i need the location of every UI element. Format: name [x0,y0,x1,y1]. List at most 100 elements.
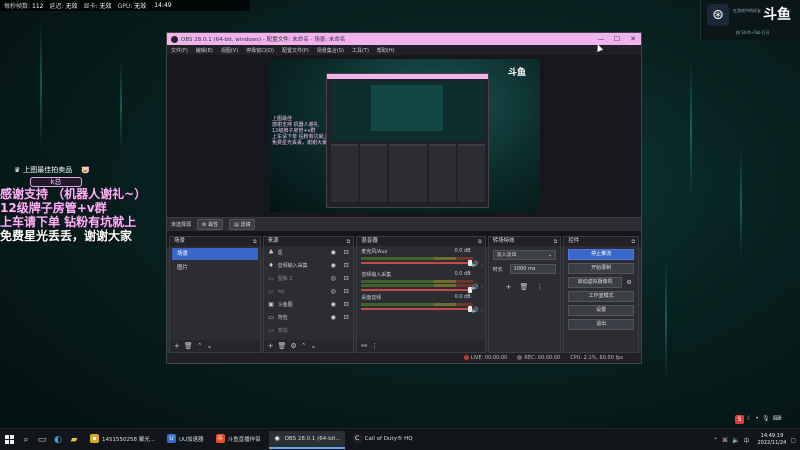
speaker-icon[interactable]: 🔊 [471,284,478,291]
menu-bar: 文件(F) 编辑(E) 视图(V) 停靠窗口(D) 配置文件(P) 场景集合(S… [167,45,641,55]
eye-hidden-icon[interactable]: ◎ [329,288,337,295]
minimize-button[interactable]: — [593,35,609,43]
maximize-button[interactable]: ☐ [609,35,625,43]
menu-edit[interactable]: 编辑(E) [196,47,213,54]
filters-button[interactable]: ▤ 滤镜 [229,219,256,230]
lock-icon[interactable]: ⊡ [342,275,350,282]
studio-mode-button[interactable]: 工作室模式 [568,291,635,302]
gear-icon[interactable]: ⋮ [480,308,485,314]
stop-stream-button[interactable]: 停止推流 [568,249,635,260]
menu-help[interactable]: 帮助(H) [377,47,395,54]
source-item[interactable]: ♣ 星 ◉ ⊡ [264,246,354,259]
menu-file[interactable]: 文件(F) [171,47,188,54]
source-item[interactable]: ▭ 背包 ◉ ⊡ [264,311,354,324]
virtual-camera-button[interactable]: 启动虚拟摄像机 [568,277,623,288]
eye-icon[interactable]: ◉ [329,262,337,269]
taskbar-item-active[interactable]: ◉ OBS 28.0.1 (64-bit... [268,430,345,449]
lock-icon[interactable]: ⊡ [342,288,350,295]
lock-icon[interactable]: ⊡ [342,314,350,321]
ime-icon[interactable]: 中 [743,436,749,445]
gear-icon[interactable]: ⚙ [290,342,296,350]
menu-view[interactable]: 视图(V) [221,47,238,54]
scenes-title: 场景 ⧉ [170,237,260,246]
exit-button[interactable]: 退出 [568,319,635,330]
float-icon[interactable]: ⧉ [631,238,635,247]
eye-hidden-icon[interactable]: ◎ [329,275,337,282]
up-icon[interactable]: ⌃ [301,342,307,350]
eye-icon[interactable]: ◉ [329,314,337,321]
trash-icon[interactable]: 🗑 [277,342,286,350]
scene-item[interactable]: 图片 [172,262,258,274]
add-icon[interactable]: + [506,283,512,291]
trash-icon[interactable]: 🗑 [519,283,528,291]
taskbar-item[interactable]: U UU加速器 [163,431,208,449]
down-icon[interactable]: ⌄ [311,342,317,350]
float-icon[interactable]: ⧉ [347,238,351,247]
lock-icon[interactable]: ⊡ [342,262,350,269]
settings-button[interactable]: 设置 [568,305,635,316]
notification-icon[interactable]: ▢ [790,437,796,444]
search-icon[interactable]: ⌕ [19,429,33,450]
scene-item[interactable]: 场景 [172,248,258,260]
float-icon[interactable]: ⧉ [253,238,257,247]
gear-icon[interactable]: ⋮ [480,262,485,268]
sogou-icon[interactable]: S [735,415,744,424]
volume-icon[interactable]: 🔈 [732,437,739,444]
menu-docks[interactable]: 停靠窗口(D) [246,47,274,54]
folder-icon[interactable]: ▰ [67,429,81,450]
source-item[interactable]: ▣ 斗鱼图 ◉ ⊡ [264,298,354,311]
network-icon[interactable]: ⌘ [722,437,728,444]
trash-icon[interactable]: 🗑 [184,342,193,350]
volume-slider[interactable] [361,260,473,266]
float-icon[interactable]: ⧉ [554,238,558,247]
source-item[interactable]: ▭ 图像 2 ◎ ⊡ [264,272,354,285]
taskbar-item[interactable]: C Call of Duty® HQ [349,431,417,449]
taskbar-item[interactable]: 斗 斗鱼直播伴侣 [212,431,265,449]
start-button[interactable] [0,429,18,450]
menu-tools[interactable]: 工具(T) [352,47,369,54]
task-view-icon[interactable]: ▭ [35,429,49,450]
lock-icon[interactable]: ⊡ [342,301,350,308]
floating-tray-icons: S ☾ • 🎙 ⌨ [735,415,781,424]
transition-select[interactable]: 淡入淡出 ⌄ [492,250,557,260]
edge-icon[interactable]: ◐ [51,429,65,450]
keyboard-icon[interactable]: ⌨ [773,415,782,424]
obs-titlebar[interactable]: OBS 28.0.1 (64-bit, windows) - 配置文件: 未命名… [167,33,641,45]
lock-icon[interactable]: ⊡ [342,249,350,256]
moon-icon[interactable]: ☾ [747,415,752,424]
mic-icon[interactable]: 🎙 [762,415,770,424]
gear-icon[interactable]: ⚙ [624,279,634,286]
properties-button[interactable]: ⚙ 属性 [197,219,224,230]
start-record-button[interactable]: 开始录制 [568,263,635,274]
add-icon[interactable]: + [268,342,274,350]
window-controls: — ☐ ✕ [593,35,641,43]
dot-icon[interactable]: • [755,415,759,424]
steam-icon[interactable]: ⊛ [707,4,729,26]
add-icon[interactable]: + [174,342,180,350]
eye-icon[interactable]: ◉ [329,249,337,256]
volume-slider[interactable] [361,287,473,293]
speaker-icon[interactable]: 🔊 [471,261,478,268]
down-icon[interactable]: ⌄ [207,342,213,350]
menu-dots-icon[interactable]: ⋮ [371,342,378,350]
preview-canvas[interactable]: 斗鱼 上图最佳 感谢支持 机器人谢礼 12级牌子房管+v群 上车请下单 钻粉有坑… [270,59,540,212]
menu-dots-icon[interactable]: ⋮ [536,283,543,291]
chevron-down-icon: ⌄ [548,252,553,258]
duration-input[interactable]: 1000 ms [509,264,557,274]
taskbar-item[interactable]: ▪ 1451550258 聚光... [86,431,159,449]
menu-scene-collection[interactable]: 场景集合(S) [317,47,344,54]
source-item[interactable]: ▭ 发钻 [264,324,354,337]
clock[interactable]: 14:49:19 2022/11/24 [758,433,787,447]
eye-icon[interactable]: ◉ [329,301,337,308]
speaker-icon[interactable]: 🔊 [471,307,478,314]
source-item[interactable]: ♦ 音频输入采集 ◉ ⊡ [264,259,354,272]
menu-profile[interactable]: 配置文件(P) [282,47,309,54]
close-button[interactable]: ✕ [625,35,641,43]
source-item[interactable]: ▭ mj ◎ ⊡ [264,285,354,298]
up-icon[interactable]: ⌃ [197,342,203,350]
volume-slider[interactable] [361,306,473,312]
chevron-up-icon[interactable]: ⌃ [713,437,718,444]
gear-icon[interactable]: ⋮ [480,285,485,291]
mixer-channel: 桌面音频 0.0 dB 🔊 ⋮ [357,292,485,315]
link-icon[interactable]: ⚯ [361,342,367,350]
